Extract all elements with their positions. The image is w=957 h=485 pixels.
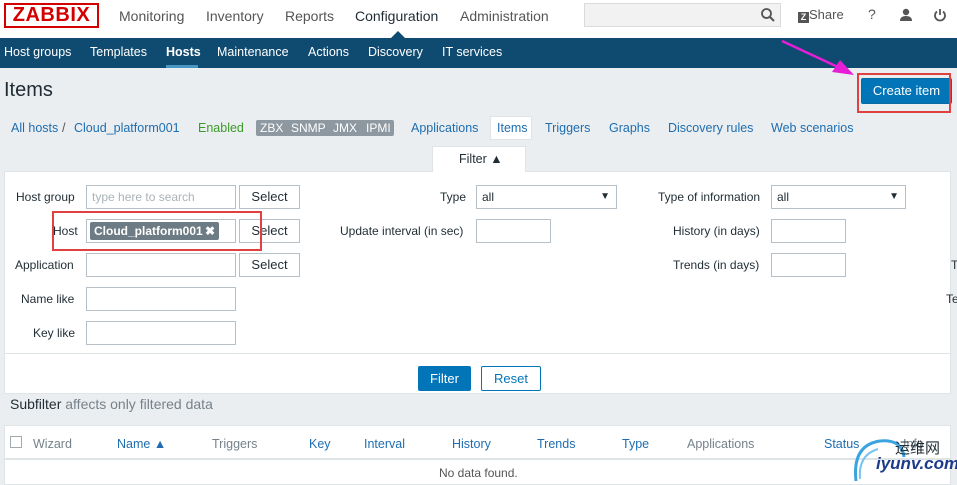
application-select-button[interactable]: Select [239,253,300,277]
sign-out-icon[interactable] [933,8,947,22]
column-triggers: Triggers [212,437,258,451]
menu-inventory[interactable]: Inventory [206,8,264,24]
search-icon[interactable] [760,7,776,23]
breadcrumb-host[interactable]: Cloud_platform001 [74,121,180,135]
submenu-it-services[interactable]: IT services [442,45,502,59]
dropdown-arrow-icon: ▼ [600,191,610,202]
subfilter-note: affects only filtered data [65,396,213,412]
type-of-information-select[interactable]: all ▼ [771,185,906,209]
watermark-text: iyunv.com [876,454,957,473]
active-menu-caret [391,31,405,38]
no-data-message: No data found. [439,466,518,480]
tab-graphs[interactable]: Graphs [609,121,650,135]
active-submenu-underline [166,65,198,68]
submenu-host-groups[interactable]: Host groups [4,45,71,59]
name-like-label: Name like [21,292,75,306]
type-label: Type [440,190,467,204]
column-trends[interactable]: Trends [537,437,575,451]
column-key[interactable]: Key [309,437,331,451]
submenu-discovery[interactable]: Discovery [368,45,423,59]
type-of-information-value: all [777,190,790,204]
column-interval[interactable]: Interval [364,437,405,451]
host-group-label: Host group [16,190,75,204]
subfilter-label: Subfilter [10,396,62,412]
name-like-input[interactable] [86,287,236,311]
availability-badges: ZBX SNMP JMX IPMI [256,120,394,136]
history-input[interactable] [771,219,846,243]
breadcrumb-separator: / [62,121,66,135]
type-of-information-label: Type of information [658,190,761,204]
column-name[interactable]: Name ▲ [117,437,166,451]
user-profile-icon[interactable] [899,8,913,22]
search-input[interactable] [584,3,781,27]
filter-actions-bar [4,354,951,394]
breadcrumb-all-hosts[interactable]: All hosts [11,121,58,135]
menu-administration[interactable]: Administration [460,8,549,24]
tab-items[interactable]: Items [497,121,528,135]
badge-snmp: SNMP [291,121,326,135]
cut-off-label-2: Te [946,292,957,306]
menu-reports[interactable]: Reports [285,8,334,24]
host-group-input[interactable]: type here to search [86,185,236,209]
key-like-input[interactable] [86,321,236,345]
badge-zbx: ZBX [260,121,284,135]
filter-tab-label: Filter ▲ [459,152,503,166]
application-input[interactable] [86,253,236,277]
menu-configuration[interactable]: Configuration [355,8,438,24]
share-link[interactable]: Z Share [798,7,844,23]
zabbix-share-icon: Z [798,12,809,23]
column-wizard: Wizard [33,437,72,451]
share-label: Share [809,7,844,22]
cut-off-label-1: T [951,258,957,272]
annotation-highlight-create [857,73,951,113]
submenu-templates[interactable]: Templates [90,45,147,59]
tab-discovery-rules[interactable]: Discovery rules [668,121,753,135]
type-select-value: all [482,190,495,204]
host-breadcrumb-bar: All hosts / Cloud_platform001 Enabled ZB… [0,112,957,144]
application-label: Application [15,258,74,272]
tab-web-scenarios[interactable]: Web scenarios [771,121,853,135]
type-select[interactable]: all ▼ [476,185,617,209]
reset-filter-button[interactable]: Reset [481,366,541,391]
filter-toggle-tab[interactable]: Filter ▲ [432,146,526,172]
apply-filter-button[interactable]: Filter [418,366,471,391]
trends-label: Trends (in days) [673,258,760,272]
menu-monitoring[interactable]: Monitoring [119,8,184,24]
submenu-hosts[interactable]: Hosts [166,45,201,59]
badge-jmx: JMX [333,121,357,135]
column-applications: Applications [687,437,755,451]
dropdown-arrow-icon: ▼ [889,191,899,202]
host-status-enabled[interactable]: Enabled [198,121,244,135]
top-bar: ZABBIX Monitoring Inventory Reports Conf… [0,0,957,38]
key-like-label: Key like [33,326,76,340]
submenu-actions[interactable]: Actions [308,45,349,59]
trends-input[interactable] [771,253,846,277]
update-interval-input[interactable] [476,219,551,243]
update-interval-label: Update interval (in sec) [340,224,464,238]
page-title: Items [4,79,53,101]
tab-applications[interactable]: Applications [411,121,478,135]
column-type[interactable]: Type [622,437,649,451]
annotation-highlight-host [52,211,262,251]
host-group-select-button[interactable]: Select [239,185,300,209]
subfilter-heading: Subfilter affects only filtered data [10,396,213,412]
history-label: History (in days) [673,224,760,238]
tab-triggers[interactable]: Triggers [545,121,590,135]
column-history[interactable]: History [452,437,491,451]
zabbix-logo[interactable]: ZABBIX [4,3,99,28]
select-all-checkbox[interactable] [10,436,22,448]
badge-ipmi: IPMI [366,121,391,135]
table-header-divider [4,458,951,460]
annotation-arrow-icon [781,39,854,75]
submenu-maintenance[interactable]: Maintenance [217,45,289,59]
help-icon[interactable]: ? [868,6,876,22]
